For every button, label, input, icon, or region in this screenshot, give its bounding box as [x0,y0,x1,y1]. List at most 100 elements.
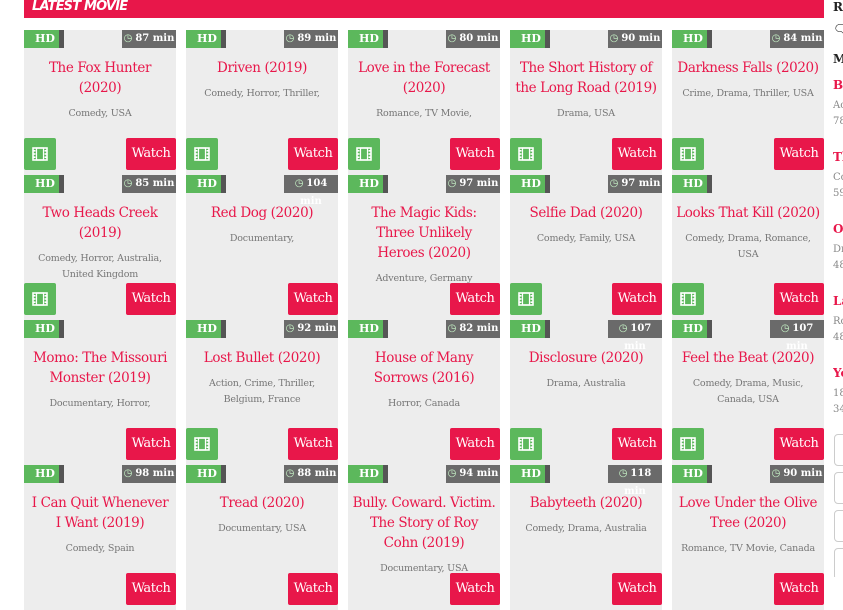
duration-text: 89 min [297,33,337,44]
watch-button[interactable]: Watch [288,138,338,170]
watch-button[interactable]: Watch [126,573,176,605]
movie-title[interactable]: Selfie Dad (2020) [514,203,658,223]
movie-card[interactable]: HD ◷ 98 min I Can Quit Whenever I Want (201… [24,465,176,610]
movie-title[interactable]: Momo: The Missouri Monster (2019) [28,348,172,388]
movie-title[interactable]: The Fox Hunter (2020) [28,58,172,98]
duration-text: 92 min [297,323,337,334]
watch-button[interactable]: Watch [450,428,500,460]
trailer-button[interactable] [510,138,542,170]
trailer-button[interactable] [186,428,218,460]
movie-card[interactable]: HD ◷ 89 min Driven (2019) Comedy, Horror, Th… [186,30,338,175]
sidebar-item-meta: 48 [833,260,843,271]
movie-title[interactable]: Disclosure (2020) [514,348,658,368]
duration-badge: ◷ 90 min [770,465,824,483]
sidebar-item-title[interactable]: Op [833,222,843,236]
trailer-button[interactable] [24,283,56,315]
movie-card[interactable]: HD ◷ 80 min Love in the Forecast (2020) Roma… [348,30,500,175]
sidebar-item-title[interactable]: Yo [833,366,843,380]
movie-card[interactable]: HD ◷ 92 min Lost Bullet (2020) Action, Crime… [186,320,338,465]
sidebar-item-title[interactable]: Th [833,150,843,164]
watch-button[interactable]: Watch [126,138,176,170]
trailer-button[interactable] [672,428,704,460]
movie-card[interactable]: HD ◷ 97 min Selfie Dad (2020) Comedy, Family… [510,175,662,320]
sidebar-item-meta: Ro [833,316,843,327]
movie-title[interactable]: Tread (2020) [190,493,334,513]
movie-card[interactable]: HD Looks That Kill (2020) Comedy, Drama, R… [672,175,824,320]
movie-genres: Horror, Canada [387,398,460,409]
watch-button[interactable]: Watch [288,283,338,315]
duration-badge: ◷ 89 min [284,30,338,48]
movie-card[interactable]: HD ◷ 90 min The Short History of the Long R… [510,30,662,175]
sidebar-item-title[interactable]: Bl [833,78,843,92]
movie-title[interactable]: Lost Bullet (2020) [190,348,334,368]
movie-title[interactable]: Feel the Beat (2020) [676,348,820,368]
movie-title[interactable]: Two Heads Creek (2019) [28,203,172,243]
watch-button[interactable]: Watch [288,428,338,460]
clock-icon: ◷ [609,33,619,44]
movie-card[interactable]: HD ◷ 104 min Red Dog (2020) Documentary, Watc… [186,175,338,320]
movie-card[interactable]: HD ◷ 107 min Disclosure (2020) Drama, Austra… [510,320,662,465]
movie-title[interactable]: Love in the Forecast (2020) [352,58,496,98]
hd-badge: HD [510,175,550,193]
watch-button[interactable]: Watch [774,428,824,460]
sidebar-box[interactable] [834,510,843,542]
movie-title[interactable]: Looks That Kill (2020) [676,203,820,223]
movie-title[interactable]: The Short History of the Long Road (2019… [514,58,658,98]
sidebar-box[interactable] [834,548,843,577]
clock-icon: ◷ [609,178,619,189]
movie-card[interactable]: HD ◷ 94 min Bully. Coward. Victim. The Stor… [348,465,500,610]
watch-button[interactable]: Watch [450,283,500,315]
movie-card[interactable]: HD ◷ 90 min Love Under the Olive Tree (2020… [672,465,824,610]
movie-title[interactable]: Driven (2019) [190,58,334,78]
trailer-button[interactable] [348,138,380,170]
movie-title[interactable]: House of Many Sorrows (2016) [352,348,496,388]
watch-button[interactable]: Watch [774,138,824,170]
trailer-button[interactable] [24,138,56,170]
trailer-button[interactable] [510,283,542,315]
watch-button[interactable]: Watch [288,573,338,605]
movie-title[interactable]: Babyteeth (2020) [514,493,658,513]
trailer-button[interactable] [672,138,704,170]
movie-title[interactable]: Bully. Coward. Victim. The Story of Roy … [352,493,496,553]
duration-badge: ◷ 104 min [284,175,338,207]
watch-button[interactable]: Watch [126,428,176,460]
movie-card[interactable]: HD ◷ 88 min Tread (2020) Documentary, USA Wat… [186,465,338,610]
sidebar-item-meta: 78 [833,116,843,127]
movie-title[interactable]: Love Under the Olive Tree (2020) [676,493,820,533]
watch-button[interactable]: Watch [612,428,662,460]
movie-card[interactable]: HD ◷ 84 min Darkness Falls (2020) Crime, Dra… [672,30,824,175]
watch-button[interactable]: Watch [774,573,824,605]
movie-card[interactable]: HD ◷ 87 min The Fox Hunter (2020) Comedy, US… [24,30,176,175]
hd-badge: HD [186,175,226,193]
movie-title[interactable]: The Magic Kids: Three Unlikely Heroes (2… [352,203,496,263]
movie-card[interactable]: HD ◷ 82 min House of Many Sorrows (2016) Hor… [348,320,500,465]
comment-icon[interactable]: 🗨 [833,22,843,36]
duration-badge: ◷ 98 min [122,465,176,483]
movie-title[interactable]: I Can Quit Whenever I Want (2019) [28,493,172,533]
hd-badge: HD [510,465,550,483]
movie-card[interactable]: HD ◷ 97 min The Magic Kids: Three Unlikely … [348,175,500,320]
watch-button[interactable]: Watch [450,138,500,170]
movie-card[interactable]: HD ◷ 118 min Babyteeth (2020) Comedy, Drama,… [510,465,662,610]
movie-card[interactable]: HD Momo: The Missouri Monster (2019) Docum… [24,320,176,465]
clock-icon: ◷ [447,468,457,479]
watch-button[interactable]: Watch [612,138,662,170]
trailer-button[interactable] [510,428,542,460]
watch-button[interactable]: Watch [126,283,176,315]
movie-title[interactable]: Darkness Falls (2020) [676,58,820,78]
sidebar-box[interactable] [834,434,843,466]
movie-card[interactable]: HD ◷ 107 min Feel the Beat (2020) Comedy, Dr… [672,320,824,465]
sidebar-box[interactable] [834,472,843,504]
movie-card[interactable]: HD ◷ 85 min Two Heads Creek (2019) Comedy, H… [24,175,176,320]
duration-badge: ◷ 87 min [122,30,176,48]
duration-badge: ◷ 85 min [122,175,176,193]
watch-button[interactable]: Watch [450,573,500,605]
duration-text: 97 min [621,178,661,189]
trailer-button[interactable] [672,283,704,315]
sidebar-item-title[interactable]: La [833,294,843,308]
trailer-button[interactable] [186,138,218,170]
movie-title[interactable]: Red Dog (2020) [190,203,334,223]
watch-button[interactable]: Watch [612,573,662,605]
watch-button[interactable]: Watch [612,283,662,315]
watch-button[interactable]: Watch [774,283,824,315]
